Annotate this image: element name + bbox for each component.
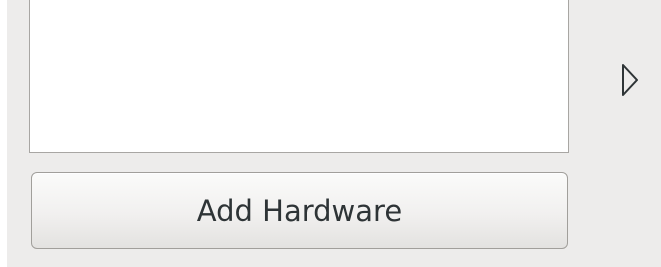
add-hardware-button[interactable]: Add Hardware bbox=[31, 172, 568, 249]
triangle-right-icon bbox=[622, 64, 638, 96]
hardware-list[interactable] bbox=[29, 0, 569, 153]
side-panel-expander[interactable] bbox=[618, 60, 642, 100]
add-hardware-button-label: Add Hardware bbox=[196, 193, 403, 228]
